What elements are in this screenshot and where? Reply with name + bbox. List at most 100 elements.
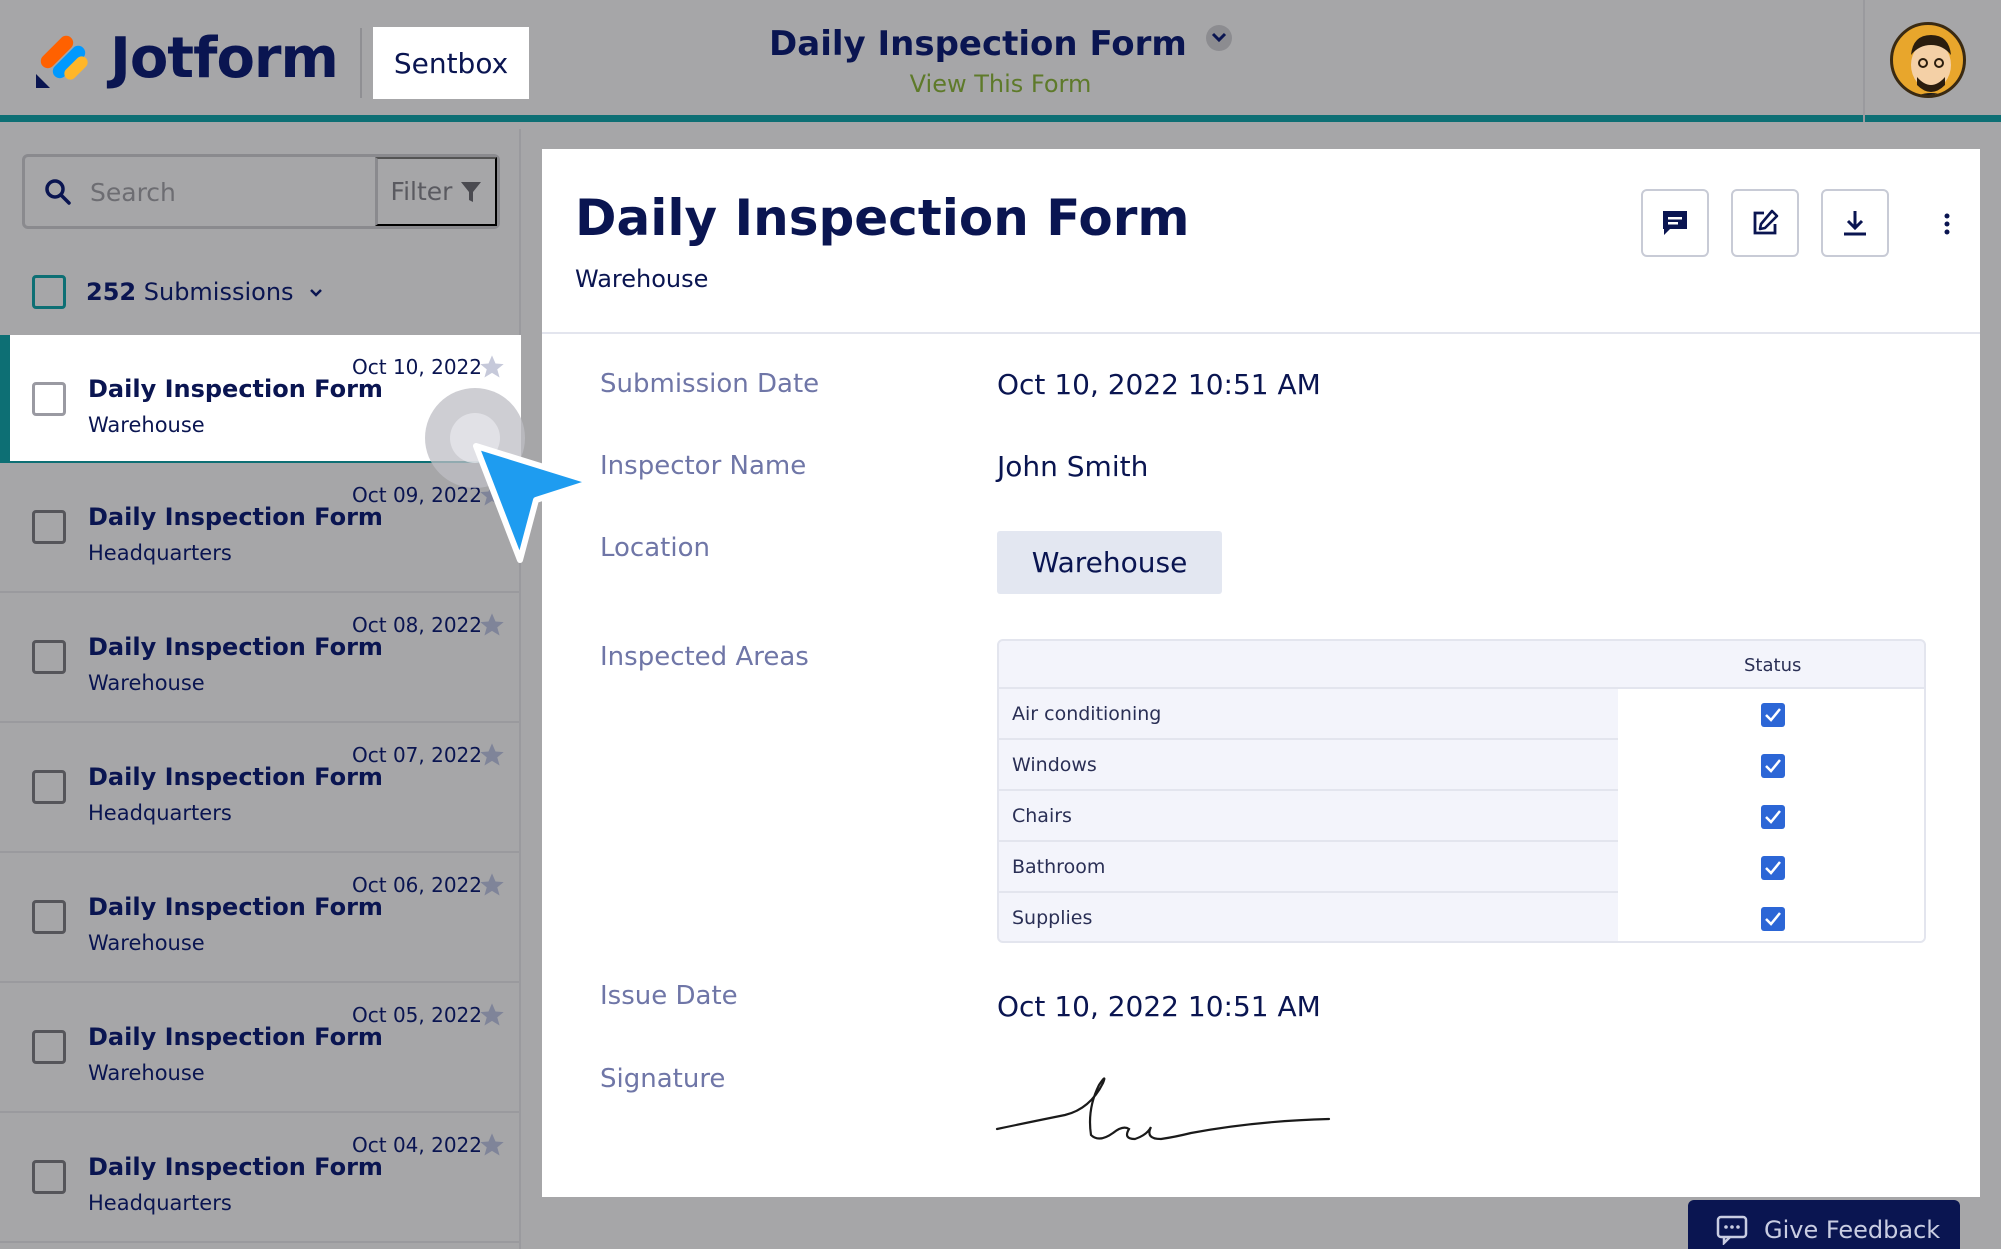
comment-button[interactable]: [1641, 189, 1709, 257]
list-item[interactable]: Daily Inspection Form Warehouse Oct 06, …: [0, 853, 521, 983]
more-vertical-icon: [1944, 213, 1950, 235]
item-checkbox[interactable]: [32, 1030, 66, 1064]
item-title: Daily Inspection Form: [88, 375, 383, 403]
item-date: Oct 04, 2022: [352, 1133, 482, 1157]
item-checkbox[interactable]: [32, 510, 66, 544]
submission-detail-panel: Daily Inspection Form Warehouse Submissi…: [542, 149, 1980, 1197]
item-date: Oct 06, 2022: [352, 873, 482, 897]
item-title: Daily Inspection Form: [88, 1153, 383, 1181]
top-bar: Jotform Sentbox Daily Inspection Form Vi…: [0, 0, 2001, 122]
signature-label: Signature: [600, 1064, 726, 1094]
checked-checkbox: [1761, 907, 1785, 931]
submission-count-label: Submissions: [143, 278, 294, 306]
list-item[interactable]: Daily Inspection Form Warehouse Oct 08, …: [0, 593, 521, 723]
submission-count: 252: [86, 278, 137, 306]
checked-checkbox: [1761, 805, 1785, 829]
item-title: Daily Inspection Form: [88, 763, 383, 791]
submission-count-dropdown[interactable]: 252 Submissions: [86, 278, 323, 306]
search-input[interactable]: [90, 167, 370, 217]
status-column-header: Status: [1744, 655, 1802, 676]
checkmark-icon: [1765, 759, 1781, 773]
item-title: Daily Inspection Form: [88, 893, 383, 921]
star-icon[interactable]: [478, 611, 506, 639]
list-item[interactable]: Daily Inspection Form Warehouse Oct 05, …: [0, 983, 521, 1113]
download-button[interactable]: [1821, 189, 1889, 257]
checked-checkbox: [1761, 856, 1785, 880]
submission-header: Daily Inspection Form Warehouse: [542, 149, 1980, 334]
edit-icon: [1753, 209, 1779, 235]
inspector-name-value: John Smith: [997, 450, 1149, 483]
item-checkbox[interactable]: [32, 382, 66, 416]
feedback-label: Give Feedback: [1764, 1216, 1941, 1244]
filter-icon: [461, 181, 482, 202]
avatar[interactable]: [1890, 22, 1966, 98]
list-item[interactable]: Daily Inspection Form Headquarters Oct 0…: [0, 463, 521, 593]
cursor-pointer-icon: [473, 443, 595, 563]
feedback-icon: [1716, 1215, 1748, 1245]
list-item[interactable]: Daily Inspection Form Headquarters Oct 0…: [0, 723, 521, 853]
area-name: Air conditioning: [1012, 703, 1162, 725]
view-form-link[interactable]: View This Form: [0, 70, 2001, 98]
area-name: Supplies: [1012, 907, 1093, 929]
checked-checkbox: [1761, 754, 1785, 778]
inspector-name-label: Inspector Name: [600, 451, 807, 481]
item-subtitle: Headquarters: [88, 801, 232, 825]
location-value: Warehouse: [997, 531, 1222, 594]
item-subtitle: Headquarters: [88, 1191, 232, 1215]
chevron-down-icon: [310, 289, 323, 297]
table-header: Status: [999, 641, 1924, 689]
item-date: Oct 08, 2022: [352, 613, 482, 637]
location-label: Location: [600, 533, 710, 563]
form-title: Daily Inspection Form: [769, 24, 1187, 64]
issue-date-label: Issue Date: [600, 981, 738, 1011]
checkmark-icon: [1765, 912, 1781, 926]
star-icon[interactable]: [478, 741, 506, 769]
signature-image: [995, 1077, 1331, 1141]
star-icon[interactable]: [478, 871, 506, 899]
select-all-checkbox[interactable]: [32, 275, 66, 309]
area-name: Windows: [1012, 754, 1097, 776]
star-icon[interactable]: [478, 353, 506, 381]
submission-date-label: Submission Date: [600, 369, 820, 399]
filter-label: Filter: [390, 177, 453, 206]
table-row: Supplies: [999, 893, 1924, 941]
star-icon[interactable]: [478, 1001, 506, 1029]
item-subtitle: Warehouse: [88, 1061, 205, 1085]
list-item[interactable]: Daily Inspection Form Headquarters Oct 0…: [0, 1113, 521, 1243]
item-checkbox[interactable]: [32, 770, 66, 804]
table-row: Chairs: [999, 791, 1924, 842]
submission-subtitle: Warehouse: [575, 265, 709, 293]
item-checkbox[interactable]: [32, 900, 66, 934]
download-icon: [1844, 211, 1866, 236]
chevron-down-icon[interactable]: [1205, 25, 1232, 51]
star-icon[interactable]: [478, 1131, 506, 1159]
checked-checkbox: [1761, 703, 1785, 727]
form-selector[interactable]: Daily Inspection Form: [0, 24, 2001, 64]
item-checkbox[interactable]: [32, 1160, 66, 1194]
edit-button[interactable]: [1731, 189, 1799, 257]
search-icon: [45, 179, 71, 205]
submission-title: Daily Inspection Form: [575, 189, 1190, 247]
item-checkbox[interactable]: [32, 640, 66, 674]
submission-date-value: Oct 10, 2022 10:51 AM: [997, 368, 1321, 401]
item-title: Daily Inspection Form: [88, 503, 383, 531]
checkmark-icon: [1765, 708, 1781, 722]
item-date: Oct 10, 2022: [352, 355, 482, 379]
header-divider-right: [1863, 0, 1865, 122]
search-box: Filter: [22, 154, 500, 229]
table-row: Bathroom: [999, 842, 1924, 893]
submissions-sidebar: Filter 252 Submissions Daily Inspection …: [0, 129, 521, 1249]
table-row: Windows: [999, 740, 1924, 791]
area-name: Chairs: [1012, 805, 1072, 827]
filter-button[interactable]: Filter: [375, 157, 497, 226]
item-date: Oct 07, 2022: [352, 743, 482, 767]
item-date: Oct 05, 2022: [352, 1003, 482, 1027]
comment-icon: [1663, 211, 1687, 235]
item-subtitle: Warehouse: [88, 413, 205, 437]
give-feedback-button[interactable]: Give Feedback: [1688, 1200, 1960, 1249]
item-title: Daily Inspection Form: [88, 633, 383, 661]
item-title: Daily Inspection Form: [88, 1023, 383, 1051]
checkmark-icon: [1765, 810, 1781, 824]
more-options-button[interactable]: [1932, 204, 1962, 244]
inspected-areas-table: Status Air conditioning Windows Chairs B…: [997, 639, 1926, 943]
